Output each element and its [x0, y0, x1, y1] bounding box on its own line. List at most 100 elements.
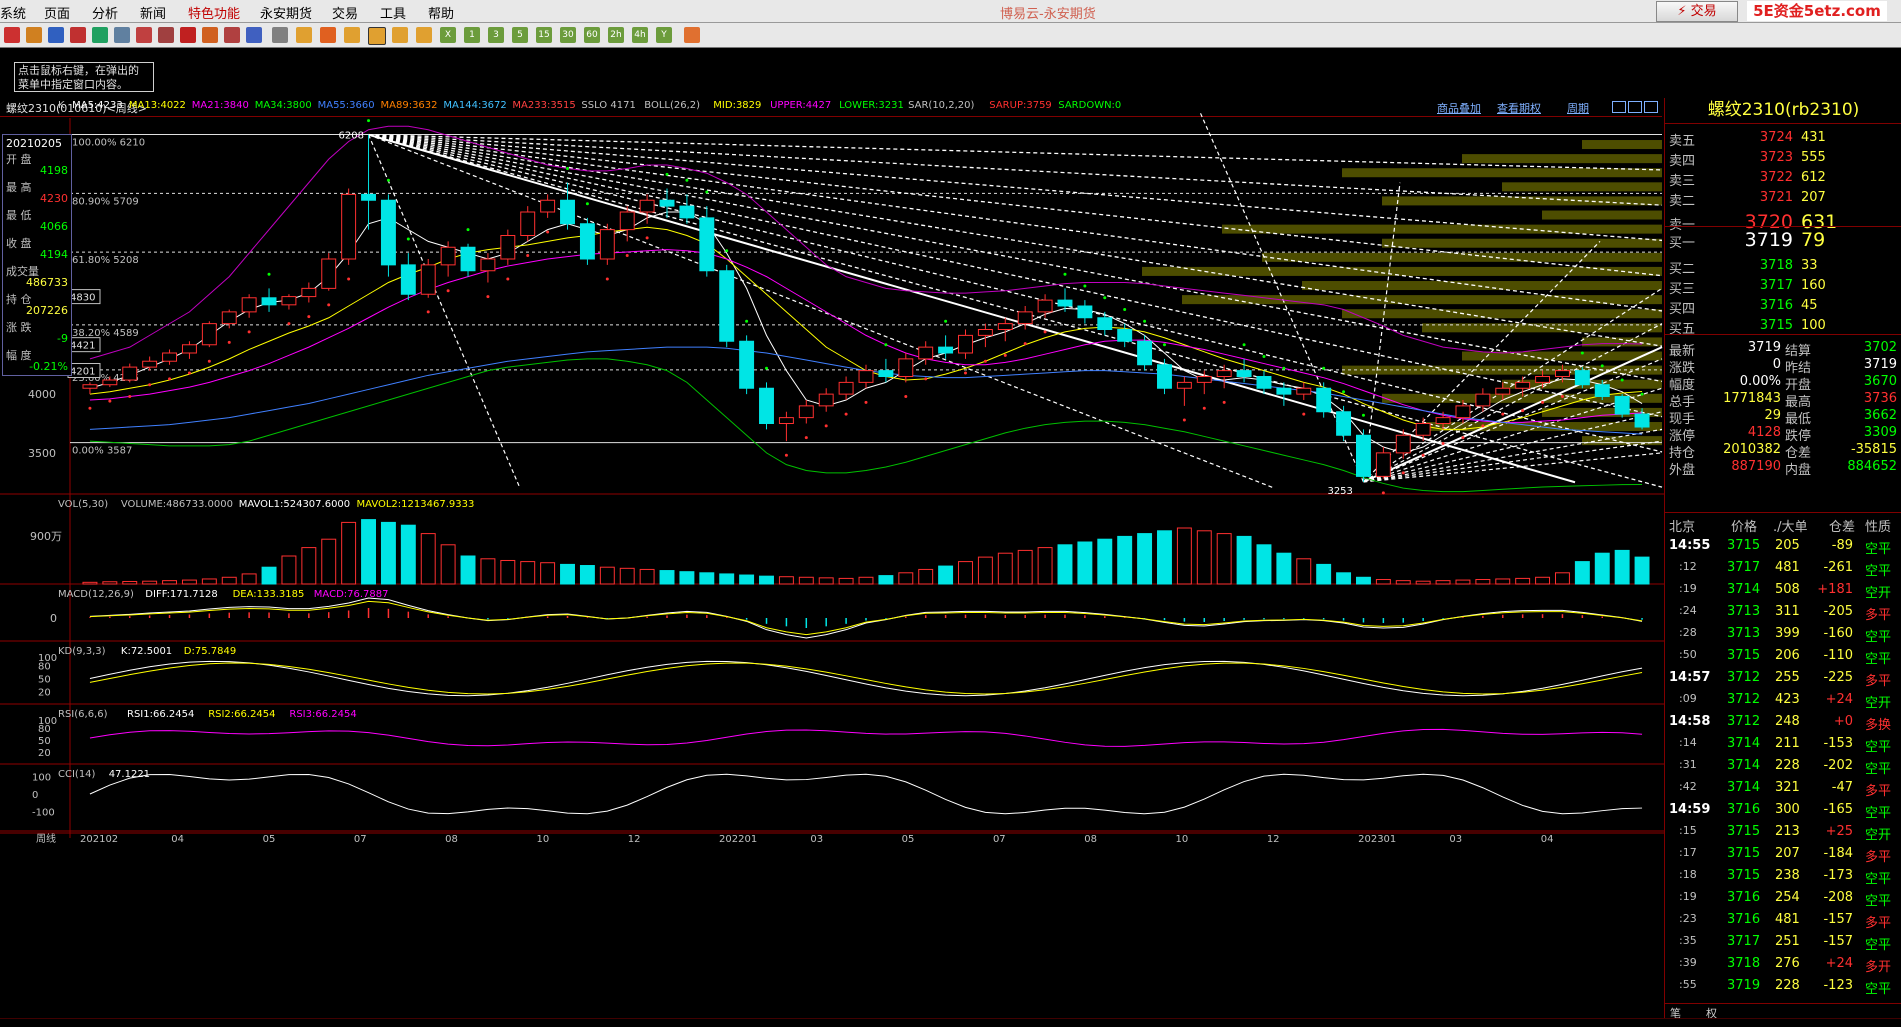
period-button-1[interactable]: 1 [464, 27, 480, 43]
volume-bar [82, 581, 98, 585]
tick-oi-change: -157 [1823, 934, 1853, 949]
tick-volume: 255 [1775, 670, 1800, 685]
app-title: 博易云-永安期货 [1000, 7, 1096, 22]
period-button-2h[interactable]: 2h [608, 27, 624, 43]
refresh-icon[interactable] [92, 27, 108, 43]
candle-body [400, 264, 416, 295]
volume-bar [739, 574, 755, 585]
bid-row[interactable]: 买三 3717 160 [1669, 276, 1897, 297]
sar-dot [1083, 284, 1087, 288]
tick-row: 14:59 3716 300 -165 空平 [1669, 800, 1901, 822]
pen-icon[interactable] [180, 27, 196, 43]
menu-analysis[interactable]: 分析 [92, 3, 118, 22]
volume-profile-bar [1542, 210, 1662, 220]
candle-body [241, 297, 257, 313]
sar-dot [824, 424, 828, 428]
tick-volume: 211 [1775, 736, 1800, 751]
info-value: -0.21% [29, 360, 68, 373]
high-label: 6208 [339, 131, 364, 142]
menu-tools[interactable]: 工具 [380, 3, 406, 22]
menu-news[interactable]: 新闻 [140, 3, 166, 22]
bid-row[interactable]: 买四 3716 45 [1669, 296, 1897, 317]
volume-bar [480, 558, 496, 585]
search-icon[interactable] [136, 27, 152, 43]
cup-icon[interactable] [224, 27, 240, 43]
candle-body [838, 381, 854, 395]
sar-dot [1481, 424, 1485, 428]
period-button-x[interactable]: X [440, 27, 456, 43]
calculator-icon[interactable] [684, 27, 700, 43]
period-button-60[interactable]: 60 [584, 27, 600, 43]
layout-icon[interactable] [158, 27, 174, 43]
month-icon[interactable] [392, 27, 408, 43]
tick-time: :28 [1679, 626, 1697, 639]
week-icon[interactable] [368, 27, 386, 45]
tick-volume: 508 [1775, 582, 1800, 597]
tick-oi-change: +181 [1817, 582, 1853, 597]
year-icon[interactable] [416, 27, 432, 43]
flag-icon[interactable] [70, 27, 86, 43]
x-axis-label: 10 [1176, 834, 1189, 845]
bid-row[interactable]: 买一 3719 79 [1669, 229, 1897, 251]
x-axis-label: 04 [171, 834, 184, 845]
candle-body [1415, 423, 1431, 436]
candle-body [261, 297, 277, 306]
period-button-5[interactable]: 5 [512, 27, 528, 43]
draw-icon[interactable] [202, 27, 218, 43]
ask-row[interactable]: 卖四 3723 555 [1669, 148, 1897, 169]
sar-dot [187, 371, 191, 375]
volume-bar [659, 570, 675, 585]
period-button-15[interactable]: 15 [536, 27, 552, 43]
sar-dot [227, 340, 231, 344]
menu-special[interactable]: 特色功能 [188, 3, 240, 22]
period-button-4h[interactable]: 4h [632, 27, 648, 43]
volume-profile-bar [1142, 266, 1662, 276]
sar-dot [1262, 355, 1266, 359]
list-icon[interactable] [272, 27, 288, 43]
bid-row[interactable]: 买五 3715 100 [1669, 316, 1897, 337]
sar-dot [804, 436, 808, 440]
window-icon[interactable] [114, 27, 130, 43]
volume-profile-bar [1302, 281, 1662, 291]
tick-nature: 多平 [1865, 674, 1892, 689]
period-button-y[interactable]: Y [656, 27, 672, 43]
kd-legend-item: KD(9,3,3) [58, 646, 106, 657]
sar-dot [1381, 491, 1385, 495]
news-icon[interactable] [320, 27, 336, 43]
tick-nature: 空平 [1865, 630, 1892, 645]
candle-body [1176, 381, 1192, 389]
menu-help[interactable]: 帮助 [428, 3, 454, 22]
ma-legend-item: MA144:3672 [443, 100, 506, 111]
chart-area[interactable]: K MA5:4233 MA13:4022 MA21:3840 MA34:3800 MA55… [0, 98, 1664, 1018]
home-icon[interactable] [4, 27, 20, 43]
tick-volume: 321 [1775, 780, 1800, 795]
sar-dot [566, 167, 570, 171]
volume-bar [321, 538, 337, 585]
tick-time: :35 [1679, 934, 1697, 947]
sar-dot [1580, 351, 1584, 355]
ask-row[interactable]: 卖三 3722 612 [1669, 168, 1897, 189]
sar-dot [1600, 364, 1604, 368]
period-button-3[interactable]: 3 [488, 27, 504, 43]
trend-icon[interactable] [26, 27, 42, 43]
day-icon[interactable] [344, 27, 360, 43]
ask-row[interactable]: 卖二 3721 207 [1669, 188, 1897, 209]
period-button-30[interactable]: 30 [560, 27, 576, 43]
trade-button[interactable]: ⚡ 交易 [1656, 1, 1738, 22]
menu-page[interactable]: 页面 [44, 3, 70, 22]
ask-row[interactable]: 卖五 3724 431 [1669, 128, 1897, 149]
candle-body [500, 235, 516, 260]
menu-yongan[interactable]: 永安期货 [260, 3, 312, 22]
volume-bar [1336, 572, 1352, 585]
menu-trade[interactable]: 交易 [332, 3, 358, 22]
tick-price: 3715 [1727, 846, 1761, 861]
stat-value: 3719 [1863, 357, 1897, 372]
menu-system[interactable]: 系统 [0, 3, 26, 22]
bid-row[interactable]: 买二 3718 33 [1669, 256, 1897, 277]
y-axis-tick: 4000 [28, 388, 56, 401]
sar-dot [1222, 400, 1226, 404]
report-icon[interactable] [48, 27, 64, 43]
chart-icon[interactable] [296, 27, 312, 43]
settings-icon[interactable] [246, 27, 262, 43]
tick-row: :55 3719 228 -123 空平 [1669, 976, 1901, 998]
